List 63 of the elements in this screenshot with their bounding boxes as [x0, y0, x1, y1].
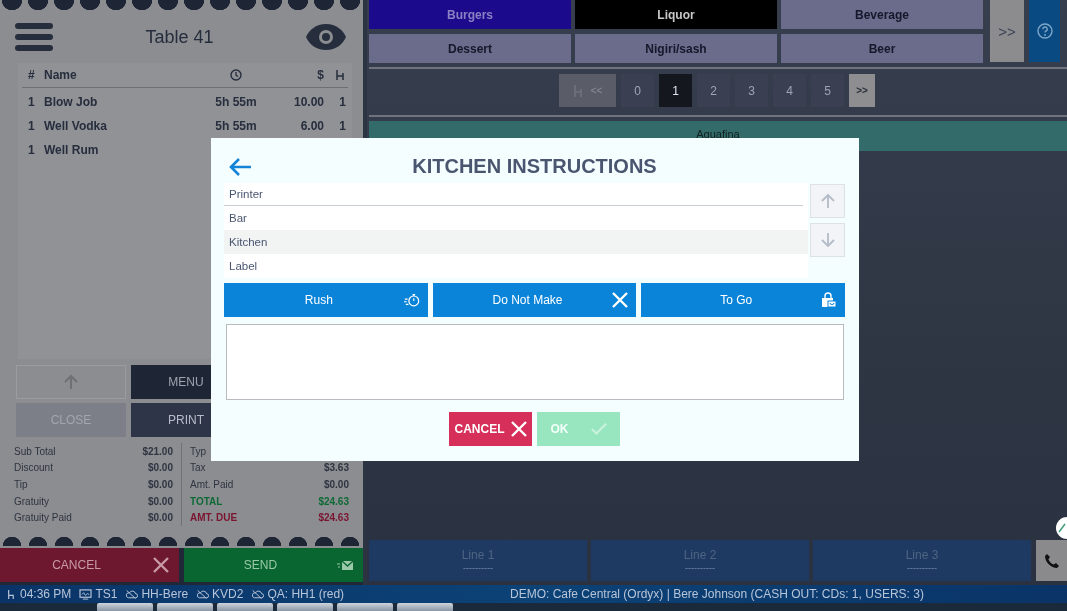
status-text: 04:36 PM: [20, 587, 72, 601]
price-cell-text: 10.00: [292, 95, 324, 109]
total-value: $21.00: [142, 445, 173, 457]
total-label: TOTAL: [190, 495, 223, 507]
quantity-cell-text: 1: [28, 143, 36, 157]
item-label: Aquafina: [696, 128, 740, 142]
quantity-cell-text: 1: [28, 119, 36, 133]
total-label: Discount: [14, 462, 53, 474]
seat-cell-text: 1: [338, 95, 346, 109]
total-value: $0.00: [147, 479, 173, 490]
instruction-button[interactable]: To Go: [641, 283, 845, 317]
time-cell-text: 5h 55m: [214, 95, 258, 109]
status-info: DEMO: Cafe Central (Ordyx) | Bere Johnson (CASH OUT: CDs: 1, USERS: 3): [510, 587, 924, 601]
column-header: Name: [44, 68, 78, 82]
total-label: Gratuity Paid: [14, 512, 72, 524]
total-value: $24.63: [318, 495, 349, 507]
cancel-button[interactable]: CANCEL: [0, 548, 179, 582]
category-button[interactable]: Beverage: [781, 0, 983, 29]
cancel-button[interactable]: CANCEL: [449, 412, 532, 446]
seat-number-button[interactable]: 4: [773, 74, 806, 107]
total-label: Tax: [190, 462, 206, 474]
column-header: $: [316, 68, 324, 82]
total-label: Gratuity: [14, 495, 49, 507]
total-value: $3.63: [323, 462, 349, 474]
total-label: Typ: [190, 445, 207, 457]
seat-number-button[interactable]: 0: [621, 74, 654, 107]
total-value: $0.00: [147, 495, 173, 507]
table-title: Table 41: [145, 26, 214, 48]
status-text: KVD2: [212, 587, 244, 601]
more-button[interactable]: >>: [990, 0, 1024, 62]
total-label: Sub Total: [14, 445, 56, 457]
seat-number-button[interactable]: 5: [811, 74, 844, 107]
total-value: $0.00: [147, 462, 173, 474]
total-value: $0.00: [323, 479, 349, 490]
price-cell-text: 6.00: [299, 119, 324, 133]
status-text: QA: HH1 (red): [267, 587, 345, 601]
dialog-title: KITCHEN INSTRUCTIONS: [412, 153, 657, 178]
seat-number-button[interactable]: 2: [697, 74, 730, 107]
category-button[interactable]: Dessert: [369, 34, 571, 63]
item-name[interactable]: Well Vodka: [44, 119, 206, 133]
status-text: TS1: [95, 587, 118, 601]
instruction-button[interactable]: Do Not Make: [432, 283, 637, 317]
status-text: HH-Bere: [141, 587, 189, 601]
item-name[interactable]: Blow Job: [44, 95, 206, 109]
instruction-button[interactable]: Rush: [224, 283, 428, 317]
category-button[interactable]: Burgers: [369, 0, 571, 29]
category-button[interactable]: Liquor: [575, 0, 777, 29]
total-label: AMT. DUE: [190, 512, 238, 524]
printer-item[interactable]: Kitchen: [224, 230, 808, 254]
quantity-cell-text: 1: [28, 95, 36, 109]
category-button[interactable]: Beer: [781, 34, 983, 63]
column-header: #: [28, 68, 36, 82]
send-button[interactable]: SEND: [184, 548, 363, 582]
time-cell-text: 5h 55m: [214, 119, 258, 133]
seat-number-button[interactable]: 1: [659, 74, 692, 107]
next-button[interactable]: >>: [849, 74, 875, 107]
total-value: $0.00: [147, 512, 173, 524]
seat-cell-text: 1: [338, 119, 346, 133]
category-button[interactable]: Nigiri/sash: [575, 34, 777, 63]
total-label: Tip: [14, 479, 28, 490]
total-value: $24.63: [318, 512, 349, 524]
seat-number-button[interactable]: 3: [735, 74, 768, 107]
total-label: Amt. Paid: [190, 479, 234, 490]
